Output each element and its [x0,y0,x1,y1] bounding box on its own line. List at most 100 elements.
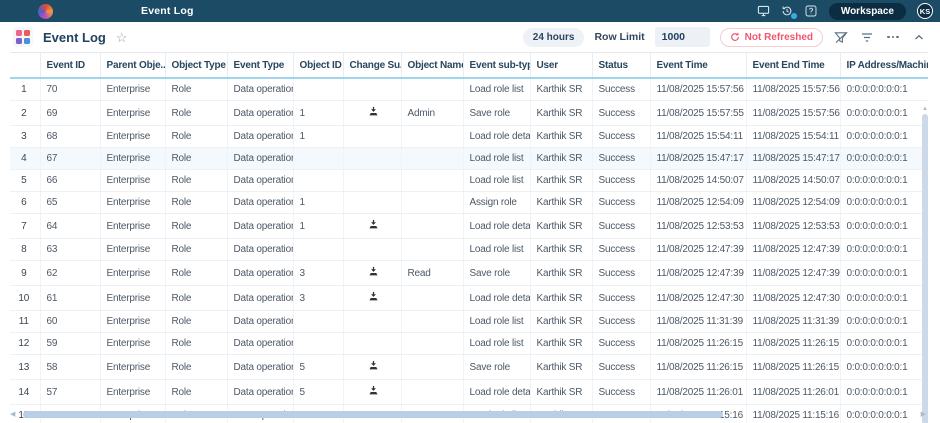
row-number: 1 [10,78,40,101]
apps-grid-icon[interactable] [13,27,33,47]
row-limit-input[interactable] [655,27,710,47]
cell-object-name [401,148,463,170]
cell-event-end-time: 11/08/2025 11:26:01 [746,380,840,405]
cell-status: Success [592,380,650,405]
cell-object-name [401,192,463,214]
table-row[interactable]: 1259EnterpriseRoleData operationLoad rol… [10,333,928,355]
app-logo-icon[interactable] [38,4,53,19]
time-range-button[interactable]: 24 hours [523,28,585,47]
cell-ip-address: 0:0:0:0:0:0:0:1 [840,333,928,355]
cell-user: Karthik SR [530,355,592,380]
change-summary-icon [368,106,379,117]
table-row[interactable]: 1457EnterpriseRoleData operation5Load ro… [10,380,928,405]
favorite-star-icon[interactable]: ☆ [116,31,128,44]
more-options-icon[interactable] [885,29,901,45]
table-row[interactable]: 665EnterpriseRoleData operation1Assign r… [10,192,928,214]
table-row[interactable]: 269EnterpriseRoleData operation1AdminSav… [10,101,928,126]
collapse-chevron-icon[interactable] [911,29,927,45]
scroll-up-arrow-icon[interactable]: ▲ [921,106,929,112]
cell-object-name [401,239,463,261]
horizontal-scroll-thumb[interactable] [23,411,723,418]
vertical-scroll-thumb[interactable] [922,114,928,423]
cell-status: Success [592,261,650,286]
table-row[interactable]: 1061EnterpriseRoleData operation3Load ro… [10,286,928,311]
scroll-right-arrow-icon[interactable]: ▶ [921,410,926,419]
cell-user: Karthik SR [530,148,592,170]
help-icon[interactable] [805,5,818,18]
cell-event-end-time: 11/08/2025 14:50:07 [746,170,840,192]
cell-change-summary [343,214,401,239]
table-row[interactable]: 764EnterpriseRoleData operation1Load rol… [10,214,928,239]
table-row[interactable]: 467EnterpriseRoleData operationLoad role… [10,148,928,170]
filter-lines-icon[interactable] [859,29,875,45]
desktop-icon[interactable] [757,5,770,18]
table-row[interactable]: 1160EnterpriseRoleData operationLoad rol… [10,311,928,333]
cell-change-summary [343,78,401,101]
filter-clear-icon[interactable] [833,29,849,45]
cell-event-id: 65 [40,192,100,214]
cell-object-name [401,380,463,405]
cell-event-time: 11/08/2025 15:57:55 [650,101,746,126]
table-row[interactable]: 368EnterpriseRoleData operation1Load rol… [10,126,928,148]
column-header-num[interactable] [10,53,40,79]
cell-change-summary [343,239,401,261]
column-header-user[interactable]: User [530,53,592,79]
column-header-event_time[interactable]: Event Time [650,53,746,79]
column-header-object_name[interactable]: Object Name [401,53,463,79]
cell-event-end-time: 11/08/2025 15:54:11 [746,126,840,148]
cell-event-sub-type: Load role detail [463,126,530,148]
refresh-button[interactable]: Not Refreshed [720,28,823,47]
cell-object-name: Admin [401,101,463,126]
cell-object-type: Role [165,261,227,286]
cell-event-time: 11/08/2025 15:47:17 [650,148,746,170]
row-number: 14 [10,380,40,405]
horizontal-scrollbar[interactable]: ◀ ▶ [10,410,926,419]
cell-event-end-time: 11/08/2025 11:26:15 [746,333,840,355]
table-row[interactable]: 863EnterpriseRoleData operationLoad role… [10,239,928,261]
cell-object-type: Role [165,286,227,311]
cell-ip-address: 0:0:0:0:0:0:0:1 [840,286,928,311]
cell-change-summary [343,126,401,148]
cell-parent-object: Enterprise [100,214,165,239]
cell-event-end-time: 11/08/2025 12:47:30 [746,286,840,311]
cell-event-type: Data operation [227,170,293,192]
cell-object-name [401,311,463,333]
column-header-event_type[interactable]: Event Type [227,53,293,79]
history-icon[interactable] [781,5,794,18]
cell-parent-object: Enterprise [100,286,165,311]
table-row[interactable]: 170EnterpriseRoleData operationLoad role… [10,78,928,101]
column-header-object_type[interactable]: Object Type [165,53,227,79]
cell-parent-object: Enterprise [100,380,165,405]
workspace-button[interactable]: Workspace [829,3,906,20]
cell-event-sub-type: Load role list [463,78,530,101]
cell-object-id [293,333,343,355]
table-row[interactable]: 566EnterpriseRoleData operationLoad role… [10,170,928,192]
topbar-tab-event-log[interactable]: Event Log [141,5,194,17]
cell-object-id: 1 [293,101,343,126]
cell-ip-address: 0:0:0:0:0:0:0:1 [840,126,928,148]
cell-parent-object: Enterprise [100,126,165,148]
cell-user: Karthik SR [530,126,592,148]
cell-user: Karthik SR [530,78,592,101]
column-header-event_end_time[interactable]: Event End Time [746,53,840,79]
table-row[interactable]: 1358EnterpriseRoleData operation5Save ro… [10,355,928,380]
cell-ip-address: 0:0:0:0:0:0:0:1 [840,311,928,333]
column-header-change_summary[interactable]: Change Su... [343,53,401,79]
column-header-ip_address[interactable]: IP Address/Machine [840,53,928,79]
cell-parent-object: Enterprise [100,261,165,286]
cell-parent-object: Enterprise [100,101,165,126]
vertical-scrollbar[interactable]: ▲ ▼ [921,106,929,423]
avatar[interactable]: KS [917,3,933,19]
cell-event-end-time: 11/08/2025 12:47:39 [746,261,840,286]
table-row[interactable]: 962EnterpriseRoleData operation3ReadSave… [10,261,928,286]
cell-change-summary [343,101,401,126]
column-header-object_id[interactable]: Object ID [293,53,343,79]
refresh-icon [730,32,740,42]
column-header-event_sub_type[interactable]: Event sub-type [463,53,530,79]
column-header-status[interactable]: Status [592,53,650,79]
toolbar: Event Log ☆ 24 hours Row Limit Not Refre… [0,22,940,52]
column-header-parent_object[interactable]: Parent Obje... [100,53,165,79]
cell-object-type: Role [165,126,227,148]
column-header-event_id[interactable]: Event ID [40,53,100,79]
cell-event-type: Data operation [227,380,293,405]
